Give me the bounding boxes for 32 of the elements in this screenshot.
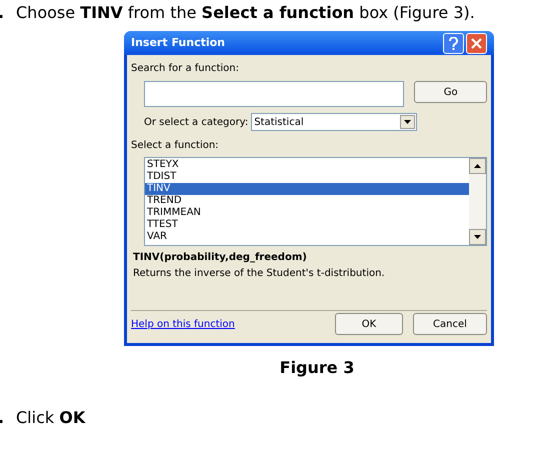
search-label: Search for a function: bbox=[131, 62, 240, 76]
down-arrow-icon bbox=[404, 120, 412, 124]
ok-button[interactable]: OK bbox=[335, 313, 403, 335]
go-button[interactable]: Go bbox=[414, 81, 487, 103]
list-marker: . bbox=[0, 2, 6, 24]
instruction-text: Click OK bbox=[16, 407, 86, 429]
function-syntax: TINV(probability,deg_freedom) bbox=[133, 251, 308, 265]
figure-caption: Figure 3 bbox=[280, 357, 354, 379]
function-item[interactable]: TDIST bbox=[145, 171, 469, 183]
search-field[interactable] bbox=[144, 81, 404, 107]
window-title: Insert Function bbox=[131, 34, 226, 51]
scrollbar[interactable] bbox=[469, 158, 486, 245]
category-dropdown[interactable]: Statistical bbox=[251, 113, 418, 131]
function-label: Select a function: bbox=[131, 139, 220, 153]
down-arrow-icon bbox=[474, 235, 481, 239]
function-item[interactable]: TREND bbox=[145, 195, 469, 207]
up-arrow-icon bbox=[474, 164, 481, 168]
cancel-button[interactable]: Cancel bbox=[413, 313, 487, 335]
function-item[interactable]: VAR bbox=[145, 231, 469, 243]
function-description: Returns the inverse of the Student's t-distribution. bbox=[133, 267, 386, 281]
function-item[interactable]: TINV bbox=[145, 183, 469, 195]
category-label: Or select a category: bbox=[144, 116, 248, 130]
function-item[interactable]: TRIMMEAN bbox=[145, 207, 469, 219]
instruction-text: Choose TINV from the Select a function box (Figure 3). bbox=[16, 2, 475, 24]
function-item[interactable]: TTEST bbox=[145, 219, 469, 231]
close-icon bbox=[471, 38, 482, 48]
help-link[interactable]: Help on this function bbox=[131, 316, 335, 332]
close-button[interactable] bbox=[466, 32, 487, 54]
list-marker: . bbox=[0, 407, 6, 429]
help-button[interactable] bbox=[443, 32, 464, 54]
function-item[interactable]: STEYX bbox=[145, 159, 469, 171]
question-mark-icon bbox=[449, 36, 458, 50]
